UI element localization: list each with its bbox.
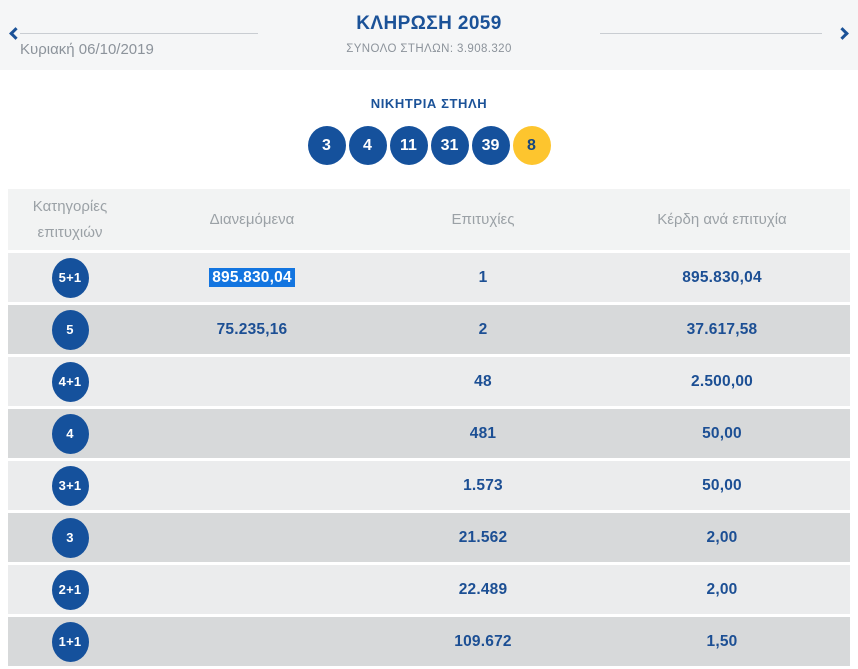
category-badge: 3+1	[52, 466, 89, 506]
table-row: 2+1 22.489 2,00	[8, 565, 850, 614]
wins-count: 2	[372, 321, 594, 339]
prize-per-win: 37.617,58	[594, 321, 850, 339]
draw-header-center: ΚΛΗΡΩΣΗ 2059 ΣΥΝΟΛΟ ΣΤΗΛΩΝ: 3.908.320	[229, 13, 629, 55]
category-badge: 3	[52, 518, 89, 558]
header-categories: Κατηγορίες επιτυχιών	[8, 194, 132, 245]
table-row: 5+1 895.830,04 1 895.830,04	[8, 253, 850, 302]
category-badge: 5+1	[52, 258, 89, 298]
winning-column-title: ΝΙΚΗΤΡΙΑ ΣΤΗΛΗ	[0, 96, 858, 111]
header-wins: Επιτυχίες	[372, 207, 594, 233]
winning-column-section: ΝΙΚΗΤΡΙΑ ΣΤΗΛΗ 3 4 11 31 39 8	[0, 96, 858, 165]
table-row: 1+1 109.672 1,50	[8, 617, 850, 666]
draw-date: Κυριακή 06/10/2019	[20, 41, 154, 58]
header-distributed: Διανεμόμενα	[132, 207, 372, 233]
category-badge: 2+1	[52, 570, 89, 610]
bonus-number-ball: 8	[513, 126, 551, 165]
wins-count: 1	[372, 269, 594, 287]
wins-count: 22.489	[372, 581, 594, 599]
prize-per-win: 2.500,00	[594, 373, 850, 391]
wins-count: 48	[372, 373, 594, 391]
prize-per-win: 50,00	[594, 425, 850, 443]
header-prize: Κέρδη ανά επιτυχία	[594, 207, 850, 233]
wins-count: 481	[372, 425, 594, 443]
prize-per-win: 2,00	[594, 581, 850, 599]
table-row: 3+1 1.573 50,00	[8, 461, 850, 510]
distributed-value: 75.235,16	[132, 321, 372, 339]
category-badge: 5	[52, 310, 89, 350]
prize-per-win: 50,00	[594, 477, 850, 495]
chevron-right-icon	[836, 27, 849, 40]
winning-number-ball: 3	[308, 126, 346, 165]
distributed-value-selected: 895.830,04	[209, 268, 295, 287]
category-badge: 4	[52, 414, 89, 454]
next-draw-button[interactable]	[833, 26, 851, 44]
draw-header: Κυριακή 06/10/2019 ΚΛΗΡΩΣΗ 2059 ΣΥΝΟΛΟ Σ…	[0, 0, 858, 70]
table-header-row: Κατηγορίες επιτυχιών Διανεμόμενα Επιτυχί…	[8, 189, 850, 250]
prize-per-win: 1,50	[594, 633, 850, 651]
table-row: 4 481 50,00	[8, 409, 850, 458]
header-divider-right	[600, 33, 822, 34]
winning-numbers: 3 4 11 31 39 8	[0, 126, 858, 165]
header-divider-left	[20, 33, 258, 34]
winning-number-ball: 11	[390, 126, 428, 165]
total-columns-label: ΣΥΝΟΛΟ ΣΤΗΛΩΝ: 3.908.320	[229, 43, 629, 55]
table-row: 5 75.235,16 2 37.617,58	[8, 305, 850, 354]
category-badge: 1+1	[52, 622, 89, 662]
table-row: 3 21.562 2,00	[8, 513, 850, 562]
wins-count: 109.672	[372, 633, 594, 651]
winning-number-ball: 31	[431, 126, 469, 165]
wins-count: 21.562	[372, 529, 594, 547]
wins-count: 1.573	[372, 477, 594, 495]
prize-per-win: 2,00	[594, 529, 850, 547]
prize-per-win: 895.830,04	[594, 269, 850, 287]
winning-number-ball: 4	[349, 126, 387, 165]
table-row: 4+1 48 2.500,00	[8, 357, 850, 406]
draw-title: ΚΛΗΡΩΣΗ 2059	[229, 13, 629, 35]
results-table: Κατηγορίες επιτυχιών Διανεμόμενα Επιτυχί…	[8, 189, 850, 666]
winning-number-ball: 39	[472, 126, 510, 165]
category-badge: 4+1	[52, 362, 89, 402]
